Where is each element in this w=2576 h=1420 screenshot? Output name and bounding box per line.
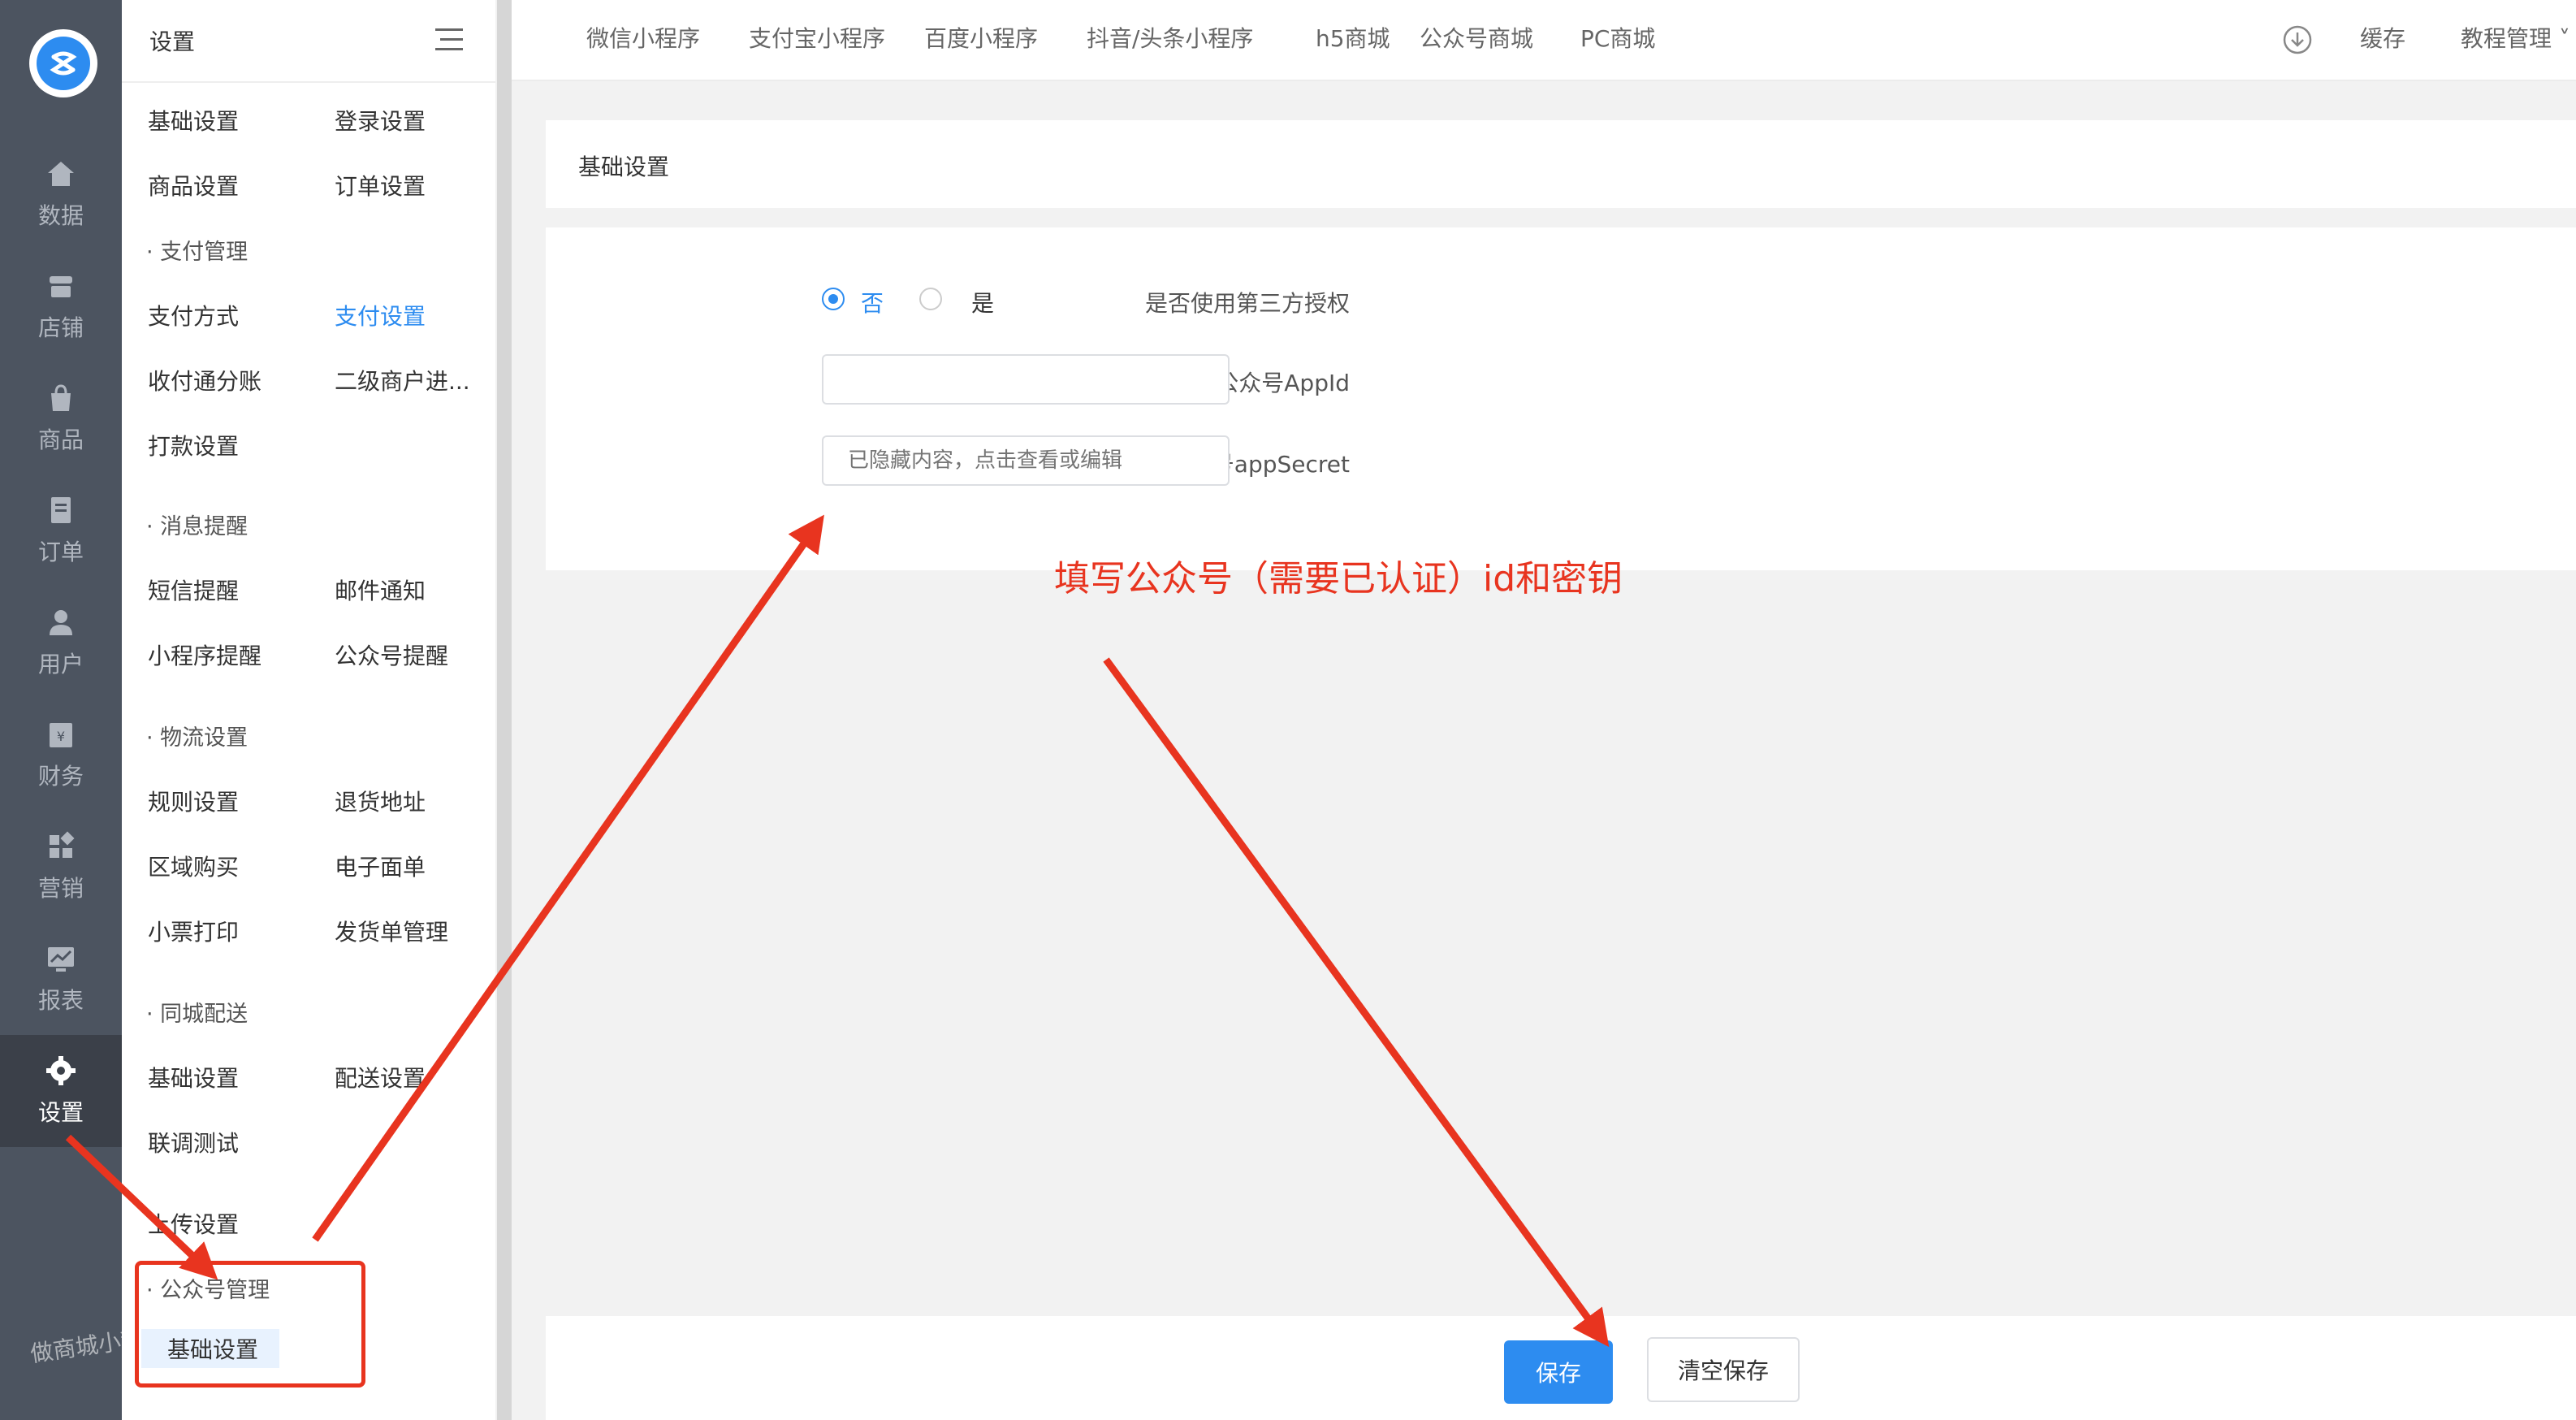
rail-item-finance[interactable]: ¥ 财务 [0, 699, 122, 811]
store-icon [50, 276, 72, 297]
submenu-header: 设置 [122, 0, 495, 83]
group-logistics: · 物流设置 [146, 725, 249, 751]
tab-douyin-miniapp[interactable]: 抖音/头条小程序 [1087, 21, 1253, 54]
bag-icon [51, 384, 71, 411]
clear-save-button[interactable]: 清空保存 [1647, 1337, 1800, 1402]
arrow-to-save [1103, 657, 1610, 1348]
menu-receipt-print[interactable]: 小票打印 [148, 915, 239, 947]
chevron-down-icon: ˅ [2558, 25, 2570, 52]
report-icon [48, 947, 74, 972]
tab-pc-mall[interactable]: PC商城 [1580, 21, 1655, 54]
menu-city-basic[interactable]: 基础设置 [148, 1061, 239, 1093]
annotation-text: 填写公众号（需要已认证）id和密钥 [1054, 558, 1623, 600]
menu-city-delivery[interactable]: 配送设置 [335, 1061, 426, 1093]
rail-item-store[interactable]: 店铺 [0, 250, 122, 362]
download-icon[interactable] [2282, 24, 2313, 55]
rail-item-label: 订单 [37, 539, 84, 565]
menu-rules[interactable]: 规则设置 [148, 785, 239, 817]
logo-icon [50, 51, 77, 76]
rail-item-label: 营销 [37, 875, 84, 902]
rail-item-label: 设置 [37, 1099, 84, 1126]
user-icon [50, 610, 72, 635]
settings-submenu: 设置 基础设置 登录设置 商品设置 订单设置 · 支付管理 支付方式 支付设置 … [122, 0, 495, 1420]
rail-item-settings[interactable]: 设置 [0, 1035, 122, 1147]
menu-pay-methods[interactable]: 支付方式 [148, 299, 239, 331]
top-nav: 微信小程序 支付宝小程序 百度小程序 抖音/头条小程序 h5商城 公众号商城 P… [512, 0, 2576, 81]
menu-goods-settings[interactable]: 商品设置 [148, 169, 239, 201]
rail-item-users[interactable]: 用户 [0, 587, 122, 699]
icon-rail: 数据 店铺 商品 订单 用户 ¥ 财务 营销 报表 设置 [0, 0, 280, 1420]
menu-order-settings[interactable]: 订单设置 [335, 169, 426, 201]
cache-link[interactable]: 缓存 [2360, 21, 2405, 54]
marketing-icon [50, 831, 75, 858]
rail-item-label: 商品 [37, 426, 84, 453]
home-icon [48, 162, 74, 186]
menu-return-address[interactable]: 退货地址 [335, 785, 426, 817]
rail-item-reports[interactable]: 报表 [0, 923, 122, 1035]
rail-item-label: 用户 [37, 651, 84, 678]
rail-item-label: 财务 [37, 763, 84, 790]
menu-sms[interactable]: 短信提醒 [148, 574, 239, 606]
menu-shipping-list[interactable]: 发货单管理 [335, 915, 448, 947]
rail-item-data[interactable]: 数据 [0, 138, 122, 250]
rail-item-orders[interactable]: 订单 [0, 474, 122, 587]
tab-wechat-miniapp[interactable]: 微信小程序 [586, 21, 700, 54]
menu-split-account[interactable]: 收付通分账 [148, 364, 261, 396]
rail-item-label: 数据 [37, 202, 84, 229]
menu-e-waybill[interactable]: 电子面单 [335, 850, 426, 882]
menu-joint-test[interactable]: 联调测试 [148, 1126, 239, 1158]
rail-item-goods[interactable]: 商品 [0, 362, 122, 474]
footer-bar: 保存 清空保存 [546, 1316, 2576, 1420]
menu-basic-settings[interactable]: 基础设置 [148, 104, 239, 136]
form-card: 是否使用第三方授权 否 是 *公众号AppId *公众号appSecret [546, 227, 2576, 570]
rail-item-label: 店铺 [37, 314, 84, 341]
annotation-highlight-box [135, 1261, 365, 1388]
menu-mp-notice[interactable]: 公众号提醒 [335, 639, 448, 671]
menu-collapse-icon[interactable] [435, 28, 468, 53]
appid-input[interactable] [822, 354, 1230, 405]
submenu-title: 设置 [149, 28, 196, 55]
app-logo[interactable] [29, 29, 97, 97]
tab-mp-mall[interactable]: 公众号商城 [1420, 21, 1533, 54]
order-icon [51, 497, 71, 523]
card-title: 基础设置 [546, 120, 2576, 208]
group-city: · 同城配送 [146, 1002, 249, 1027]
radio-yes[interactable] [919, 288, 942, 310]
rail-item-marketing[interactable]: 营销 [0, 811, 122, 923]
tab-h5-mall[interactable]: h5商城 [1316, 21, 1390, 54]
tab-baidu-miniapp[interactable]: 百度小程序 [924, 21, 1038, 54]
radio-yes-label[interactable]: 是 [971, 286, 994, 318]
svg-text:¥: ¥ [57, 729, 65, 744]
menu-upload-settings[interactable]: 上传设置 [148, 1207, 239, 1240]
menu-sub-merchant[interactable]: 二级商户进... [335, 364, 470, 396]
menu-miniapp-notice[interactable]: 小程序提醒 [148, 639, 261, 671]
tutorial-menu[interactable]: 教程管理 ˅ [2461, 21, 2570, 54]
menu-login-settings[interactable]: 登录设置 [335, 104, 426, 136]
menu-pay-settings[interactable]: 支付设置 [335, 299, 426, 331]
radio-no-label[interactable]: 否 [861, 286, 884, 318]
group-msg: · 消息提醒 [146, 514, 249, 539]
third-party-label: 是否使用第三方授权 [1144, 290, 1350, 317]
finance-icon: ¥ [50, 723, 72, 747]
radio-no[interactable] [822, 288, 845, 310]
save-button[interactable]: 保存 [1504, 1340, 1613, 1404]
menu-email[interactable]: 邮件通知 [335, 574, 426, 606]
gear-icon [46, 1056, 76, 1085]
group-pay: · 支付管理 [146, 240, 249, 265]
secret-input[interactable] [822, 435, 1230, 486]
submenu-scrollbar[interactable] [497, 0, 512, 1420]
tab-alipay-miniapp[interactable]: 支付宝小程序 [749, 21, 885, 54]
menu-payout-settings[interactable]: 打款设置 [148, 429, 239, 461]
menu-region-purchase[interactable]: 区域购买 [148, 850, 239, 882]
rail-item-label: 报表 [37, 987, 84, 1014]
